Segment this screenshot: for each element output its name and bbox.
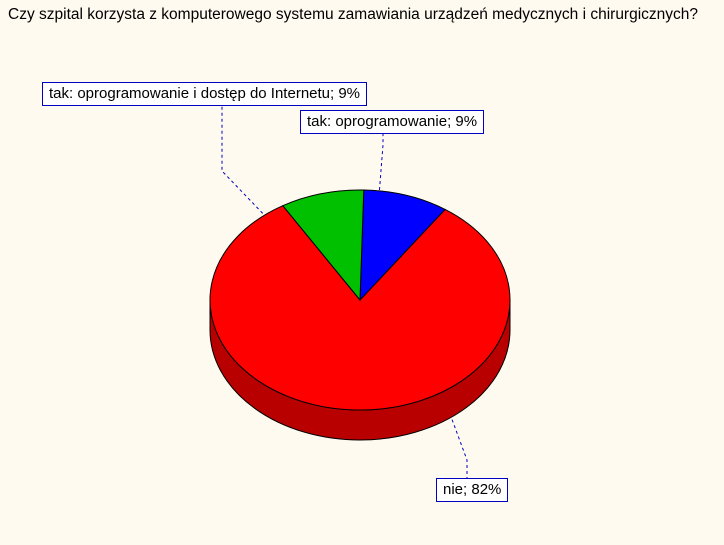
label-blue: tak: oprogramowanie; 9% (300, 110, 484, 134)
label-green: tak: oprogramowanie i dostęp do Internet… (42, 82, 367, 106)
chart-frame: Czy szpital korzysta z komputerowego sys… (0, 0, 724, 545)
label-red: nie; 82% (436, 478, 508, 502)
